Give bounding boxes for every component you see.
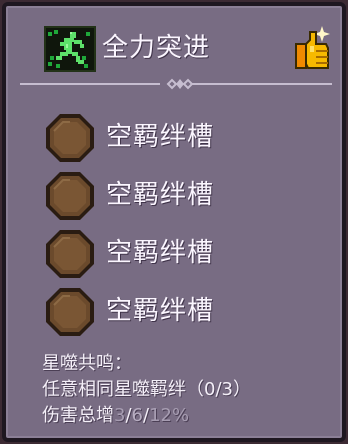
sprinting-figure-icon [48,30,90,68]
bond-slot-1[interactable]: 空羁绊槽 [44,112,284,164]
damage-tier-2: 6 [131,405,143,426]
empty-socket-icon [44,286,96,338]
empty-socket-icon [44,228,96,280]
resonance-damage: 伤害总增3/6/12% [42,403,251,429]
requirement-progress: （0/3） [186,379,251,400]
bond-slot-list: 空羁绊槽 空羁绊槽 空羁绊槽 空羁绊槽 [44,112,284,344]
bond-slot-2[interactable]: 空羁绊槽 [44,170,284,222]
damage-label: 伤害总增 [42,405,114,426]
requirement-text: 任意相同星噬羁绊 [42,379,186,400]
bond-slot-4[interactable]: 空羁绊槽 [44,286,284,338]
resonance-requirement: 任意相同星噬羁绊（0/3） [42,377,251,403]
slot-label: 空羁绊槽 [106,122,215,152]
slot-label: 空羁绊槽 [106,296,215,326]
skill-icon [44,26,96,72]
damage-tier-1: 3 [114,405,126,426]
empty-socket-icon [44,170,96,222]
skill-tooltip-panel: 全力突进 空羁绊槽 空羁绊槽 空羁绊槽 空羁绊槽 星噬共鸣： 任意相同星噬羁绊（… [2,2,346,442]
thumbs-up-sparkle-icon[interactable] [292,24,336,72]
damage-tier-3: 12% [149,405,190,426]
slot-label: 空羁绊槽 [106,180,215,210]
skill-title: 全力突进 [102,33,211,63]
slot-label: 空羁绊槽 [106,238,215,268]
ornamental-divider [20,76,332,92]
resonance-heading: 星噬共鸣： [42,353,132,374]
bond-slot-3[interactable]: 空羁绊槽 [44,228,284,280]
resonance-info: 星噬共鸣： 任意相同星噬羁绊（0/3） 伤害总增3/6/12% [42,351,251,429]
empty-socket-icon [44,112,96,164]
